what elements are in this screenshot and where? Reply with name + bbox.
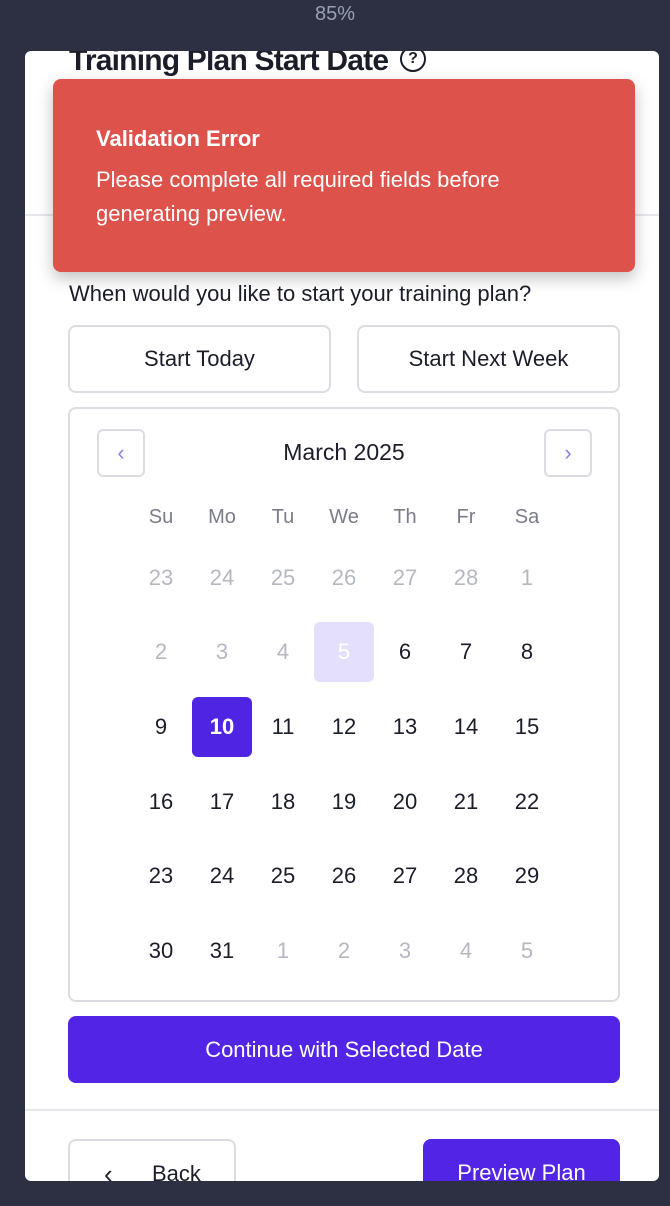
calendar-day[interactable]: 9 xyxy=(131,697,191,757)
calendar-day[interactable]: 4 xyxy=(253,622,313,682)
calendar-day[interactable]: 1 xyxy=(497,548,557,608)
calendar-day[interactable]: 7 xyxy=(436,622,496,682)
back-button[interactable]: ‹ Back xyxy=(68,1139,236,1181)
chevron-right-icon: › xyxy=(564,440,572,465)
weekday-label: We xyxy=(329,506,359,528)
calendar-month-label: March 2025 xyxy=(283,439,405,465)
calendar-day-selected[interactable]: 10 xyxy=(192,697,252,757)
calendar-day[interactable]: 21 xyxy=(436,772,496,832)
preview-plan-button[interactable]: Preview Plan xyxy=(423,1139,620,1181)
question-circle-icon[interactable]: ? xyxy=(400,51,426,72)
calendar-day[interactable]: 4 xyxy=(436,921,496,981)
calendar-day[interactable]: 1 xyxy=(253,921,313,981)
calendar-day[interactable]: 27 xyxy=(375,548,435,608)
validation-error-toast[interactable]: Validation Error Please complete all req… xyxy=(53,79,635,272)
back-button-label: Back xyxy=(152,1161,201,1181)
weekday-label: Su xyxy=(148,506,174,528)
calendar-day[interactable]: 16 xyxy=(131,772,191,832)
zoom-level: 85% xyxy=(314,3,356,25)
start-today-button[interactable]: Start Today xyxy=(68,325,331,393)
calendar-day[interactable]: 28 xyxy=(436,846,496,906)
calendar-day[interactable]: 11 xyxy=(253,697,313,757)
calendar-day[interactable]: 13 xyxy=(375,697,435,757)
calendar-day[interactable]: 27 xyxy=(375,846,435,906)
toast-message: Please complete all required fields befo… xyxy=(96,167,500,226)
calendar-day[interactable]: 14 xyxy=(436,697,496,757)
calendar-day[interactable]: 29 xyxy=(497,846,557,906)
calendar-day[interactable]: 3 xyxy=(375,921,435,981)
calendar-day[interactable]: 26 xyxy=(314,548,374,608)
page-title: Training Plan Start Date xyxy=(69,51,389,77)
continue-with-selected-date-button[interactable]: Continue with Selected Date xyxy=(68,1016,620,1083)
calendar-day[interactable]: 22 xyxy=(497,772,557,832)
calendar-day[interactable]: 25 xyxy=(253,548,313,608)
calendar-day[interactable]: 19 xyxy=(314,772,374,832)
calendar-day[interactable]: 17 xyxy=(192,772,252,832)
calendar-day-today[interactable]: 5 xyxy=(314,622,374,682)
toast-title: Validation Error xyxy=(96,126,260,151)
start-date-prompt: When would you like to start your traini… xyxy=(69,281,532,306)
calendar-day[interactable]: 25 xyxy=(253,846,313,906)
weekday-label: Sa xyxy=(514,506,540,528)
calendar-day[interactable]: 3 xyxy=(192,622,252,682)
calendar-day[interactable]: 24 xyxy=(192,548,252,608)
calendar-day[interactable]: 2 xyxy=(131,622,191,682)
calendar-day[interactable]: 12 xyxy=(314,697,374,757)
calendar-day[interactable]: 31 xyxy=(192,921,252,981)
date-picker-calendar: ‹ March 2025 › Su Mo Tu We Th Fr Sa 23 24 25 26 27… xyxy=(68,407,620,1002)
weekday-label: Tu xyxy=(271,506,295,528)
chevron-left-icon: ‹ xyxy=(104,1159,113,1181)
weekday-label: Th xyxy=(393,506,417,528)
calendar-day[interactable]: 23 xyxy=(131,846,191,906)
calendar-day[interactable]: 2 xyxy=(314,921,374,981)
calendar-day[interactable]: 8 xyxy=(497,622,557,682)
calendar-day[interactable]: 18 xyxy=(253,772,313,832)
calendar-day[interactable]: 23 xyxy=(131,548,191,608)
calendar-day[interactable]: 15 xyxy=(497,697,557,757)
start-next-week-button[interactable]: Start Next Week xyxy=(357,325,620,393)
weekday-label: Mo xyxy=(208,506,236,528)
calendar-day[interactable]: 28 xyxy=(436,548,496,608)
calendar-day[interactable]: 20 xyxy=(375,772,435,832)
calendar-day[interactable]: 24 xyxy=(192,846,252,906)
footer-divider xyxy=(25,1109,659,1111)
weekday-label: Fr xyxy=(456,506,476,528)
calendar-day[interactable]: 5 xyxy=(497,921,557,981)
calendar-day[interactable]: 6 xyxy=(375,622,435,682)
calendar-day[interactable]: 26 xyxy=(314,846,374,906)
next-month-button[interactable]: › xyxy=(544,429,592,477)
calendar-day[interactable]: 30 xyxy=(131,921,191,981)
